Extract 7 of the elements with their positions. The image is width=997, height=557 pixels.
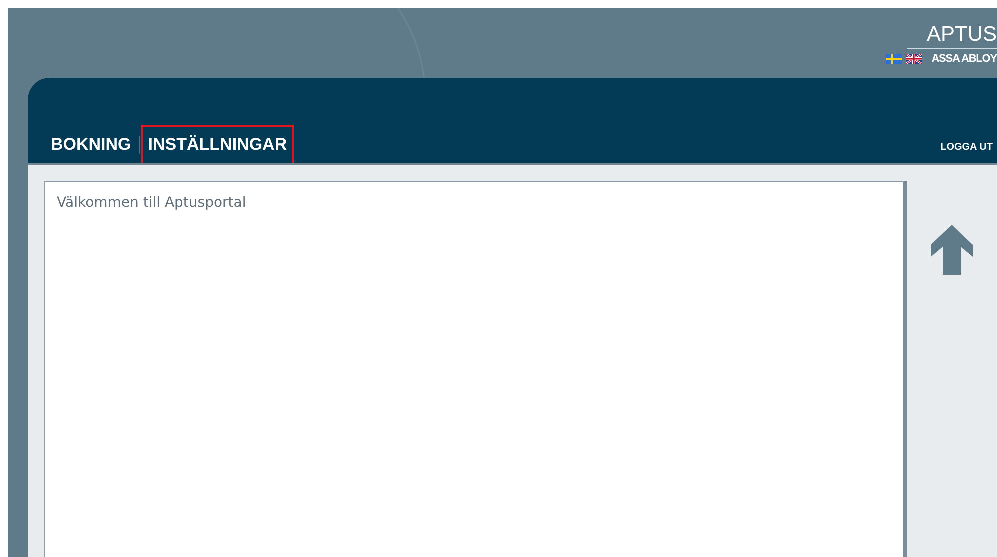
logout-link[interactable]: LOGGA UT xyxy=(940,142,993,153)
welcome-text: Välkommen till Aptusportal xyxy=(57,195,248,211)
nav-link[interactable]: BOKNING xyxy=(44,125,138,165)
up-arrow-icon[interactable] xyxy=(931,225,973,275)
flag-icon[interactable] xyxy=(906,54,922,64)
company-text: ASSA ABLOY xyxy=(932,53,997,65)
logo-text: APTUS xyxy=(906,24,997,49)
